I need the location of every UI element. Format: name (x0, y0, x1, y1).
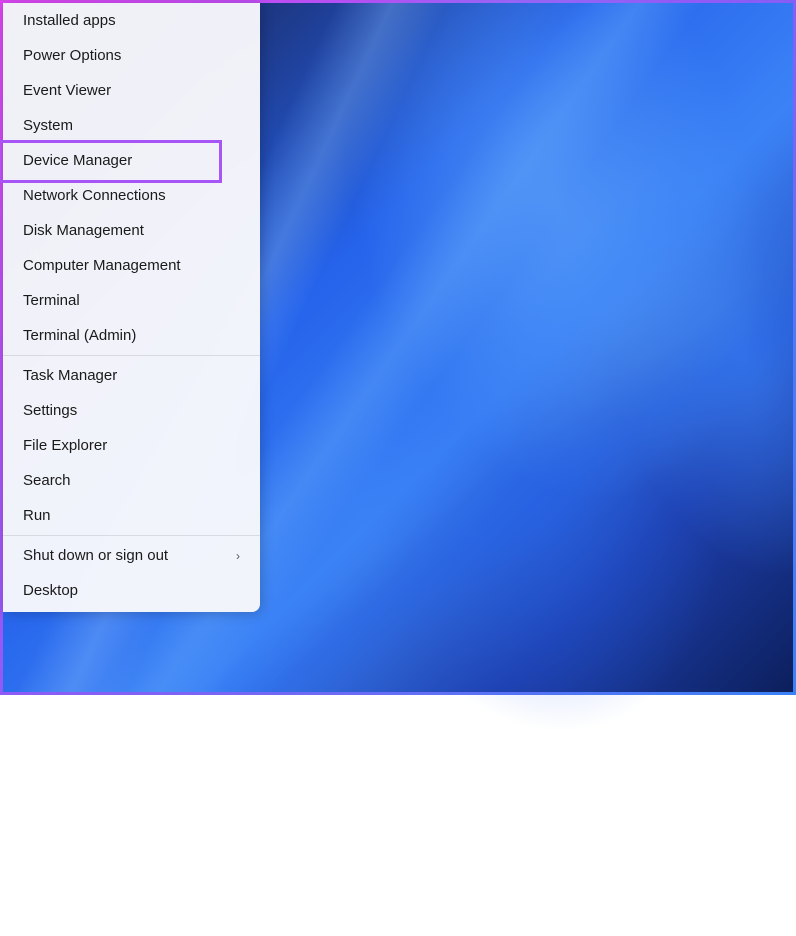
menu-item-terminal-admin[interactable]: Terminal (Admin) (3, 318, 260, 353)
menu-item-task-manager[interactable]: Task Manager (3, 358, 260, 393)
menu-item-label: System (23, 117, 73, 134)
menu-item-installed-apps[interactable]: Installed apps (3, 3, 260, 38)
menu-item-computer-management[interactable]: Computer Management (3, 248, 260, 283)
menu-item-label: Terminal (Admin) (23, 327, 136, 344)
menu-item-label: Terminal (23, 292, 80, 309)
menu-separator (3, 355, 260, 356)
winx-context-menu: Installed apps Power Options Event Viewe… (3, 3, 260, 612)
menu-item-label: Computer Management (23, 257, 181, 274)
menu-item-label: Power Options (23, 47, 121, 64)
menu-item-disk-management[interactable]: Disk Management (3, 213, 260, 248)
menu-item-label: Disk Management (23, 222, 144, 239)
chevron-right-icon: › (236, 549, 240, 563)
menu-item-power-options[interactable]: Power Options (3, 38, 260, 73)
menu-item-label: Settings (23, 402, 77, 419)
menu-item-event-viewer[interactable]: Event Viewer (3, 73, 260, 108)
menu-item-device-manager[interactable]: Device Manager (3, 143, 260, 178)
menu-item-label: File Explorer (23, 437, 107, 454)
menu-item-settings[interactable]: Settings (3, 393, 260, 428)
menu-item-label: Task Manager (23, 367, 117, 384)
menu-item-label: Installed apps (23, 12, 116, 29)
menu-item-label: Network Connections (23, 187, 166, 204)
menu-item-label: Shut down or sign out (23, 547, 168, 564)
menu-item-search[interactable]: Search (3, 463, 260, 498)
menu-item-desktop[interactable]: Desktop (3, 573, 260, 608)
menu-separator (3, 535, 260, 536)
menu-item-terminal[interactable]: Terminal (3, 283, 260, 318)
menu-item-shutdown[interactable]: Shut down or sign out › (3, 538, 260, 573)
menu-item-file-explorer[interactable]: File Explorer (3, 428, 260, 463)
menu-item-label: Search (23, 472, 71, 489)
menu-item-label: Desktop (23, 582, 78, 599)
menu-item-run[interactable]: Run (3, 498, 260, 533)
menu-item-label: Device Manager (23, 152, 132, 169)
menu-item-label: Run (23, 507, 51, 524)
menu-item-label: Event Viewer (23, 82, 111, 99)
menu-item-network-connections[interactable]: Network Connections (3, 178, 260, 213)
menu-item-system[interactable]: System (3, 108, 260, 143)
